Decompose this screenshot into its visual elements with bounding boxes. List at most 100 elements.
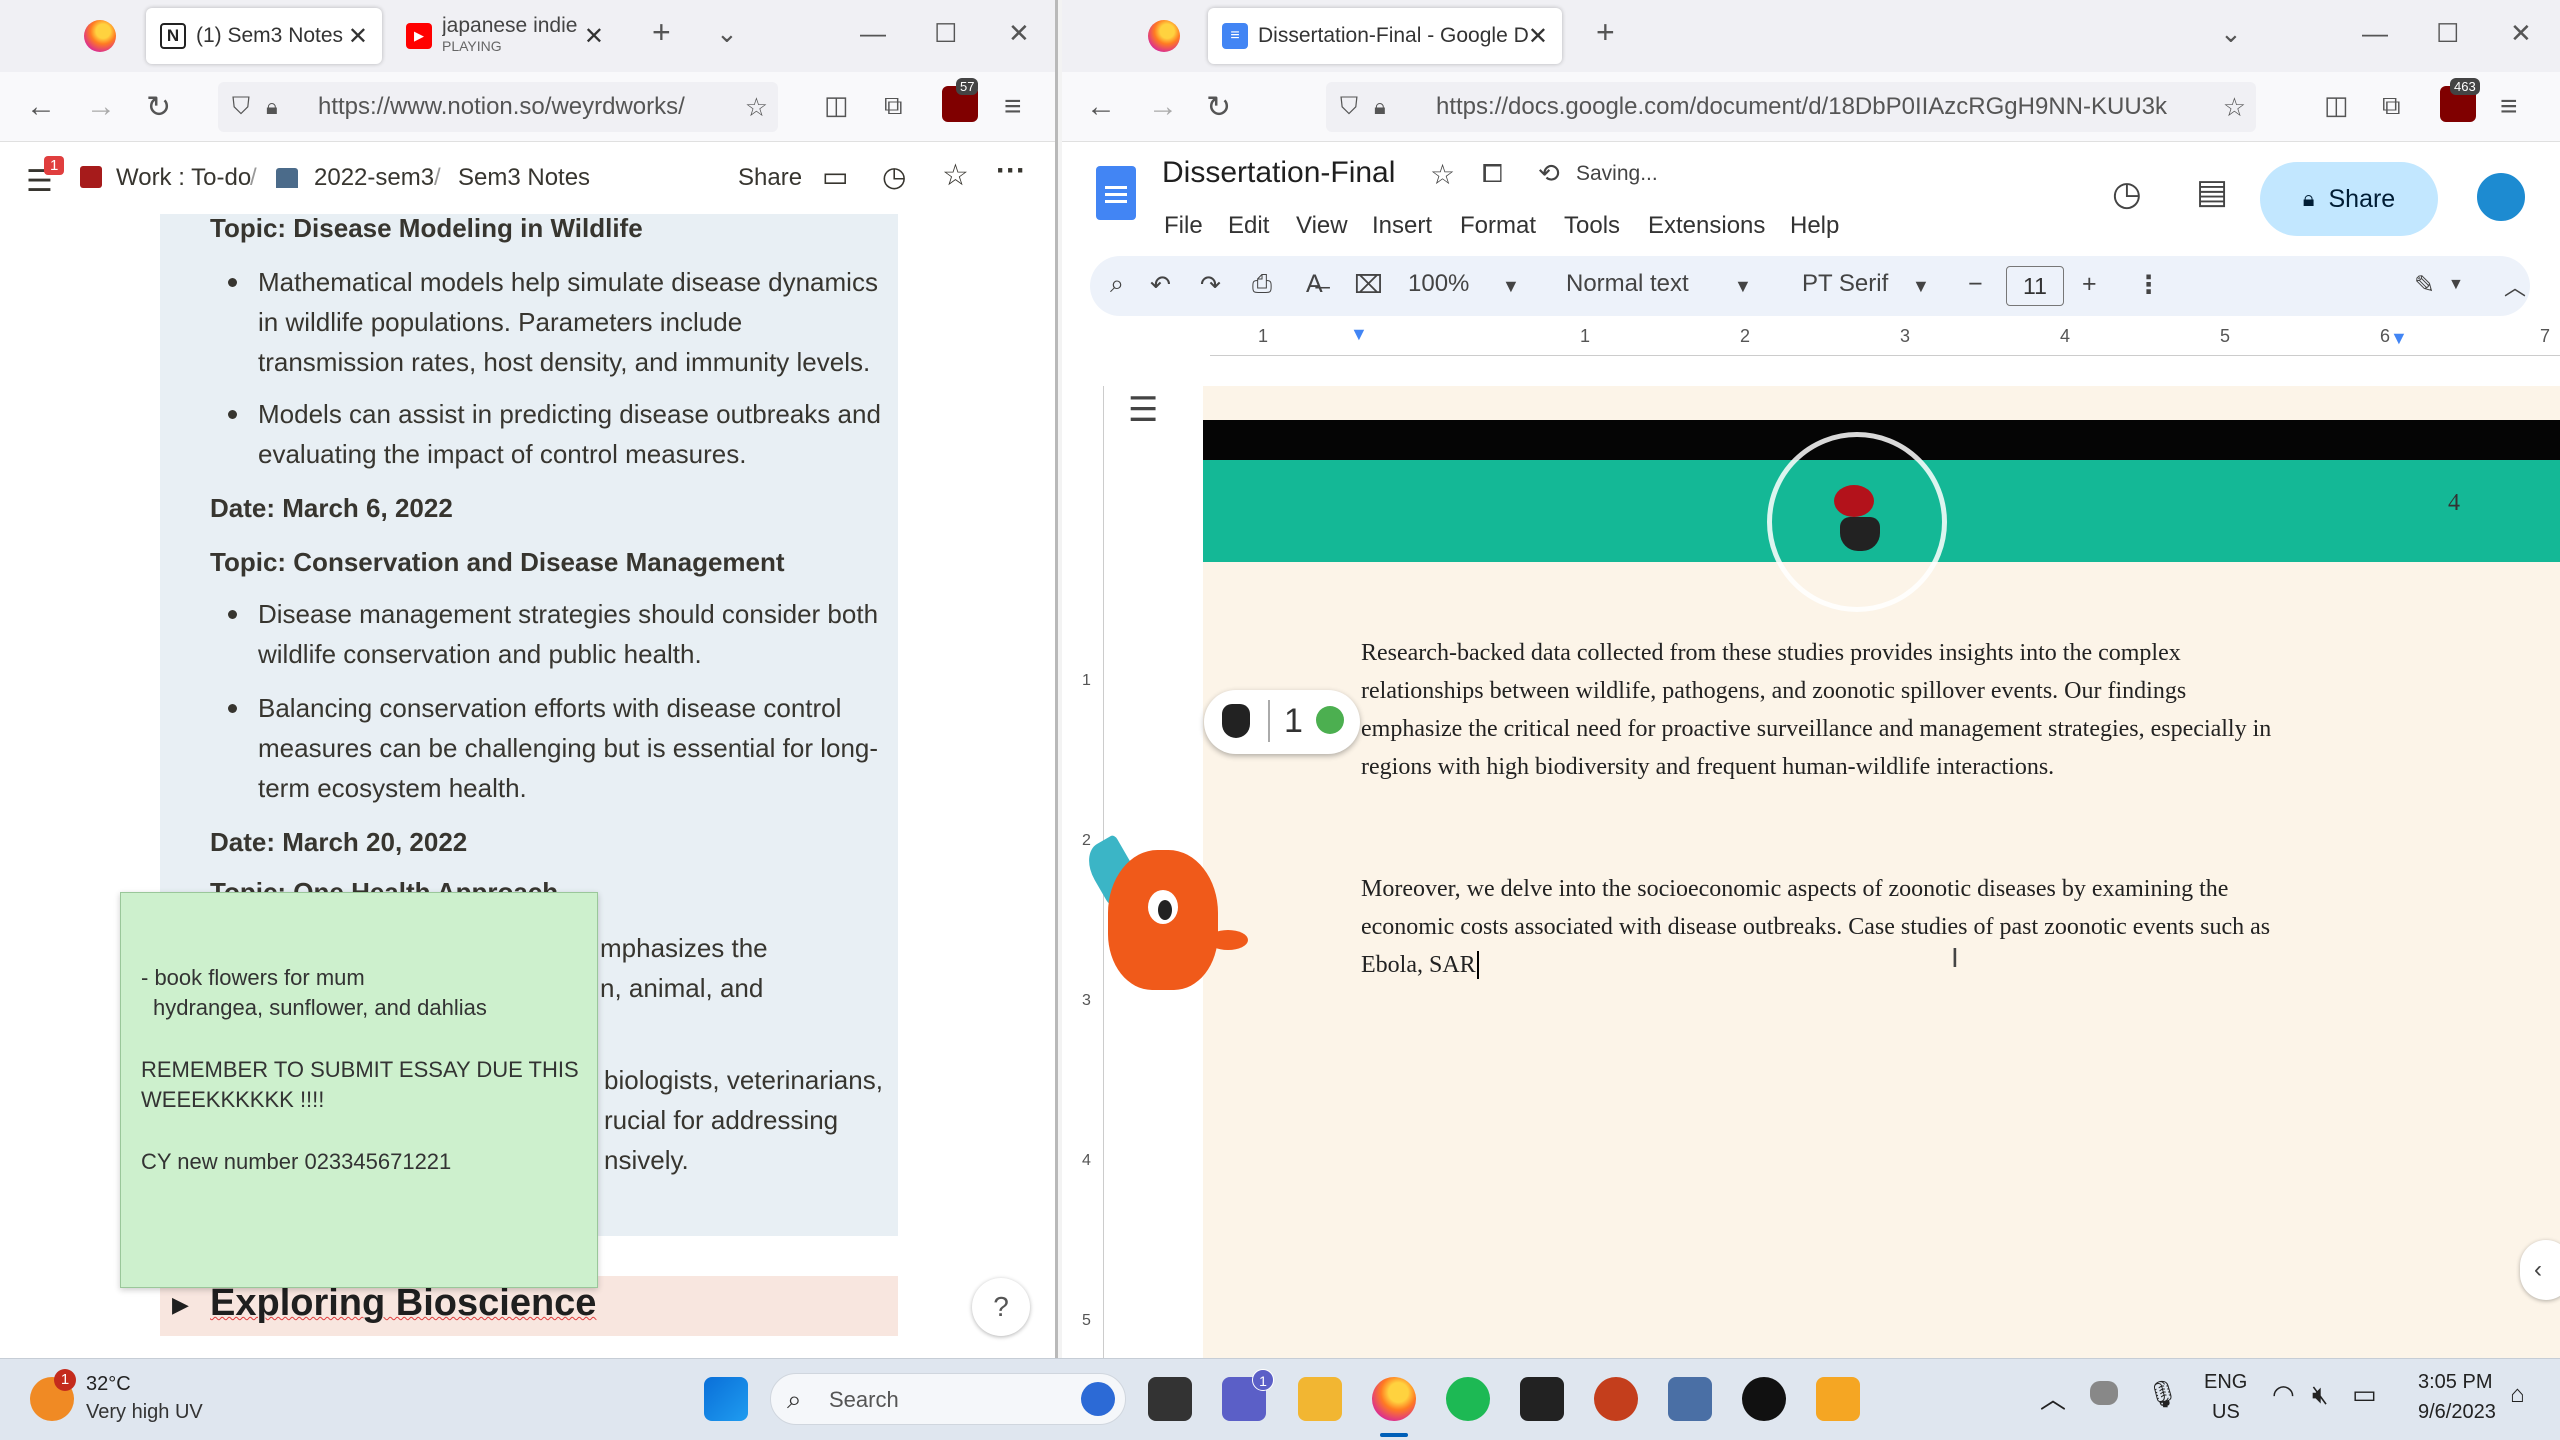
font-dropdown-icon[interactable]: ▼ — [1912, 276, 1930, 297]
collapse-toolbar-icon[interactable]: ︿ — [2504, 270, 2526, 302]
menu-extensions[interactable]: Extensions — [1648, 212, 1765, 240]
bullet-item[interactable]: Models can assist in predicting disease … — [228, 394, 881, 474]
print-icon[interactable]: ⎙ — [1252, 270, 1272, 299]
tab-list-icon[interactable]: ⌄ — [2220, 18, 2242, 49]
language-indicator[interactable]: ENG — [2204, 1371, 2247, 1394]
notifications-icon[interactable]: ⌂ — [2510, 1381, 2525, 1409]
weather-temperature[interactable]: 32°C — [86, 1373, 131, 1396]
back-icon[interactable]: ← — [1086, 90, 1116, 124]
share-button[interactable]: 🔒︎ Share — [2260, 162, 2438, 236]
menu-format[interactable]: Format — [1460, 212, 1536, 240]
search-box[interactable]: ⌕ Search — [770, 1373, 1126, 1425]
close-tab-icon[interactable]: ✕ — [584, 22, 604, 51]
new-tab-icon[interactable]: + — [1596, 14, 1615, 51]
back-icon[interactable]: ← — [26, 90, 56, 124]
left-indent-marker[interactable]: ▼ — [1350, 324, 1368, 345]
document-title[interactable]: Dissertation-Final — [1162, 156, 1395, 190]
reload-icon[interactable]: ↻ — [146, 90, 171, 125]
right-indent-marker[interactable]: ▼ — [2390, 328, 2408, 349]
menu-edit[interactable]: Edit — [1228, 212, 1269, 240]
close-tab-icon[interactable]: ✕ — [1528, 22, 1548, 51]
battery-icon[interactable]: ▭ — [2352, 1379, 2377, 1410]
decrease-font-icon[interactable]: − — [1968, 270, 1983, 299]
spellcheck-icon[interactable]: A̶ — [1306, 270, 1323, 299]
breadcrumb-semester[interactable]: 2022-sem3 — [314, 164, 434, 192]
close-window-icon[interactable]: ✕ — [2510, 18, 2532, 49]
extensions-icon[interactable]: ⧉ — [884, 90, 903, 122]
volume-muted-icon[interactable]: 🔇︎ — [2312, 1379, 2328, 1411]
tab-sem3-notes[interactable]: N (1) Sem3 Notes ✕ — [146, 8, 382, 64]
bullet-item[interactable]: Balancing conservation efforts with dise… — [227, 688, 878, 808]
zoom-select[interactable]: 100% — [1408, 270, 1469, 298]
tab-list-icon[interactable]: ⌄ — [716, 18, 738, 49]
star-icon[interactable]: ☆ — [1430, 158, 1455, 191]
reload-icon[interactable]: ↻ — [1206, 90, 1231, 125]
menu-insert[interactable]: Insert — [1372, 212, 1432, 240]
breadcrumb-page[interactable]: Sem3 Notes — [458, 164, 590, 192]
firefox-icon[interactable] — [1148, 20, 1180, 52]
forward-icon[interactable]: → — [86, 90, 116, 124]
tab-dissertation[interactable]: ≡ Dissertation-Final - Google Doc ✕ — [1208, 8, 1562, 64]
pocket-icon[interactable]: ◫ — [824, 90, 849, 121]
menu-icon[interactable]: ≡ — [2500, 90, 2518, 124]
topic-heading[interactable]: Topic: Disease Modeling in Wildlife — [210, 208, 643, 248]
font-select[interactable]: PT Serif — [1802, 270, 1888, 298]
clock-date[interactable]: 9/6/2023 — [2418, 1401, 2496, 1424]
spotify-icon[interactable] — [1446, 1377, 1490, 1421]
breadcrumb-work[interactable]: Work : To-do — [116, 164, 251, 192]
more-tools-icon[interactable]: ⋮ — [2136, 270, 2161, 300]
bullet-item[interactable]: Disease management strategies should con… — [227, 594, 878, 674]
avatar[interactable] — [2474, 170, 2528, 224]
toggle-arrow-icon[interactable]: ▶ — [172, 1292, 189, 1318]
desktop-pet-character[interactable] — [1078, 820, 1248, 1010]
wifi-icon[interactable]: ◠ — [2272, 1379, 2295, 1410]
minimize-icon[interactable]: — — [2362, 18, 2388, 49]
forward-icon[interactable]: → — [1148, 90, 1178, 124]
search-icon[interactable]: ⌕ — [1110, 270, 1124, 299]
menu-view[interactable]: View — [1296, 212, 1348, 240]
microphone-icon[interactable]: 🎙︎ — [2146, 1379, 2179, 1410]
show-hidden-icons-icon[interactable]: ︿ — [2040, 1379, 2066, 1416]
app-icon[interactable] — [1742, 1377, 1786, 1421]
floating-widget[interactable]: 1 — [1204, 690, 1360, 754]
help-button[interactable]: ? — [972, 1278, 1030, 1336]
menu-help[interactable]: Help — [1790, 212, 1839, 240]
desktop-pet-app-icon[interactable] — [1816, 1377, 1860, 1421]
redo-icon[interactable]: ↷ — [1200, 270, 1221, 300]
calculator-icon[interactable] — [1668, 1377, 1712, 1421]
close-window-icon[interactable]: ✕ — [1008, 18, 1030, 49]
editing-mode-icon[interactable]: ✎ — [2414, 270, 2435, 300]
bookmark-star-icon[interactable]: ☆ — [745, 92, 768, 123]
paragraph-style-select[interactable]: Normal text — [1566, 270, 1689, 298]
url-bar[interactable]: ⛉ 🔒︎ https://www.notion.so/weyrdworks/ ☆ — [218, 82, 778, 132]
paint-format-icon[interactable]: ⌧ — [1354, 270, 1383, 300]
maximize-icon[interactable]: ☐ — [2436, 18, 2459, 49]
paragraph-1[interactable]: Research-backed data collected from thes… — [1361, 634, 2271, 786]
increase-font-icon[interactable]: + — [2082, 270, 2097, 299]
comments-icon[interactable]: ▤ — [2196, 172, 2228, 212]
extensions-icon[interactable]: ⧉ — [2382, 90, 2401, 122]
new-tab-icon[interactable]: + — [652, 14, 671, 51]
favorite-star-icon[interactable]: ☆ — [942, 158, 969, 193]
history-icon[interactable]: ◷ — [882, 160, 906, 193]
onedrive-icon[interactable] — [2090, 1381, 2118, 1405]
bullet-item[interactable]: Mathematical models help simulate diseas… — [228, 262, 878, 382]
menu-icon[interactable]: ≡ — [1004, 90, 1022, 124]
paragraph-2[interactable]: Moreover, we delve into the socioeconomi… — [1361, 870, 2270, 984]
horizontal-ruler[interactable]: 1 ▼ 1 2 3 4 5 6 ▼ 7 — [1210, 324, 2560, 356]
sticky-notes-icon[interactable] — [1520, 1377, 1564, 1421]
share-button[interactable]: Share — [738, 164, 802, 192]
maximize-icon[interactable]: ☐ — [934, 18, 957, 49]
task-view-icon[interactable] — [1148, 1377, 1192, 1421]
menu-tools[interactable]: Tools — [1564, 212, 1620, 240]
file-explorer-icon[interactable] — [1298, 1377, 1342, 1421]
topic-heading[interactable]: Topic: Conservation and Disease Manageme… — [210, 542, 785, 582]
firefox-icon[interactable] — [84, 20, 116, 52]
weather-description[interactable]: Very high UV — [86, 1401, 203, 1424]
powerpoint-icon[interactable] — [1594, 1377, 1638, 1421]
minimize-icon[interactable]: — — [860, 18, 886, 49]
version-history-icon[interactable]: ◷ — [2112, 174, 2142, 214]
url-bar[interactable]: ⛉ 🔒︎ https://docs.google.com/document/d/… — [1326, 82, 2256, 132]
windows-start-icon[interactable] — [704, 1377, 748, 1421]
more-options-icon[interactable]: ··· — [996, 154, 1026, 188]
